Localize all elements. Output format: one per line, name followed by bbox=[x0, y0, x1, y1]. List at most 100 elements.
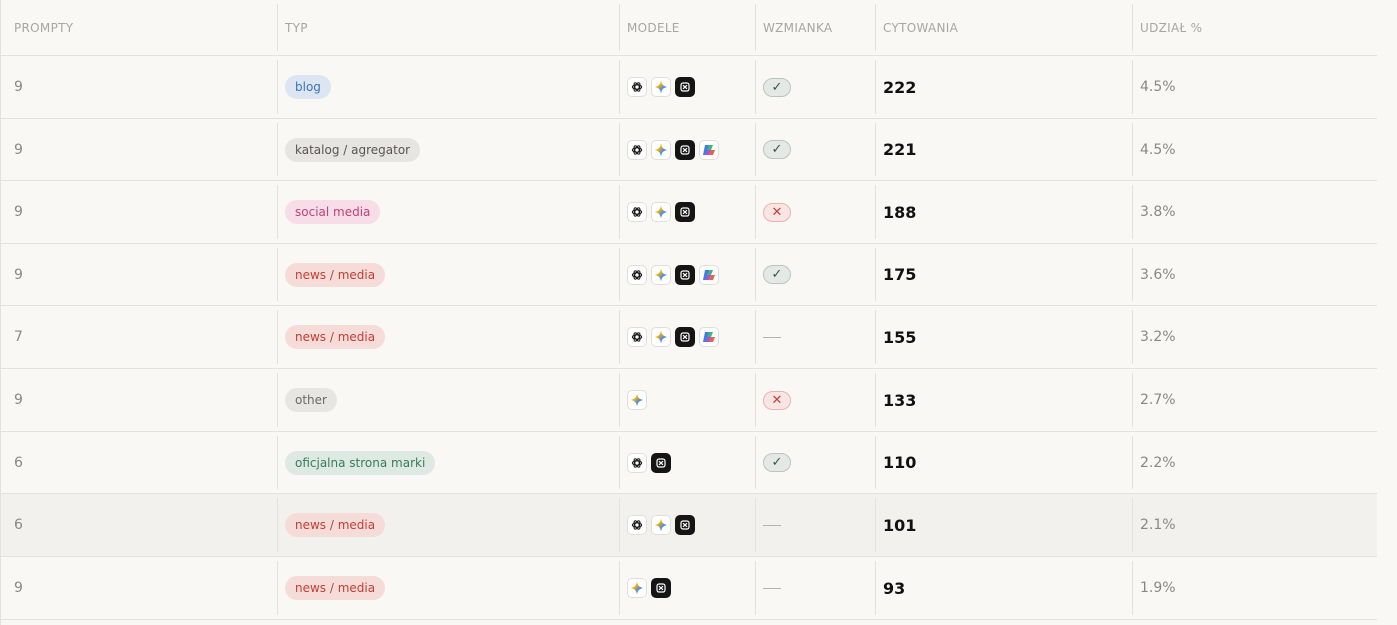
table-row[interactable]: 9 social media ✕ 188 3.8% bbox=[1, 181, 1377, 244]
mention-empty-dash bbox=[763, 336, 781, 338]
cytowania-value: 110 bbox=[883, 453, 917, 472]
table-row[interactable]: 9 other ✕ 133 2.7% bbox=[1, 369, 1377, 432]
type-tag[interactable]: news / media bbox=[285, 513, 386, 537]
cell-wzmianka: ✓ bbox=[755, 244, 875, 305]
check-icon: ✓ bbox=[771, 142, 783, 157]
chatgpt-icon bbox=[627, 452, 647, 473]
grok-icon bbox=[651, 578, 671, 598]
cell-prompty: 9 bbox=[1, 181, 277, 243]
chatgpt-icon bbox=[627, 77, 647, 97]
cell-udzial: 1.9% bbox=[1132, 557, 1377, 619]
prompty-value: 9 bbox=[14, 580, 23, 596]
type-tag[interactable]: oficjalna strona marki bbox=[285, 450, 436, 475]
gemini-icon bbox=[651, 327, 671, 347]
table-row[interactable]: 9 katalog / agregator ✓ 221 4.5% bbox=[1, 119, 1377, 181]
gemini-icon bbox=[627, 578, 647, 598]
cell-typ: social media bbox=[277, 181, 619, 243]
cell-cytowania: 221 bbox=[875, 119, 1132, 180]
grok-icon bbox=[675, 264, 695, 285]
cell-typ: other bbox=[277, 369, 619, 431]
udzial-value: 4.5% bbox=[1140, 79, 1176, 95]
cell-udzial: 3.8% bbox=[1132, 181, 1377, 243]
cell-cytowania: 155 bbox=[875, 306, 1132, 368]
header-typ[interactable]: TYP bbox=[277, 0, 619, 55]
table-header: PROMPTY TYP MODELE WZMIANKA CYTOWANIA UD… bbox=[1, 0, 1377, 56]
table-row[interactable]: 9 news / media ✓ 175 3.6% bbox=[1, 244, 1377, 306]
prompty-value: 9 bbox=[14, 79, 23, 95]
cytowania-value: 93 bbox=[883, 578, 906, 598]
cell-udzial: 4.5% bbox=[1132, 56, 1377, 118]
type-tag[interactable]: katalog / agregator bbox=[285, 137, 421, 162]
model-icons bbox=[627, 327, 719, 347]
type-tag[interactable]: news / media bbox=[285, 576, 386, 600]
cell-modele bbox=[619, 306, 755, 368]
cell-prompty: 6 bbox=[1, 432, 277, 493]
mention-empty-dash bbox=[763, 587, 781, 589]
udzial-value: 4.5% bbox=[1140, 141, 1176, 158]
grok-icon bbox=[675, 327, 695, 347]
chatgpt-icon bbox=[627, 139, 647, 160]
cell-cytowania: 222 bbox=[875, 56, 1132, 118]
prompty-value: 6 bbox=[14, 454, 23, 471]
copilot-icon bbox=[699, 264, 719, 285]
cell-modele bbox=[619, 56, 755, 118]
cell-modele bbox=[619, 432, 755, 493]
type-tag[interactable]: news / media bbox=[285, 262, 386, 287]
model-icons bbox=[627, 77, 695, 97]
cell-typ: blog bbox=[277, 56, 619, 118]
table-row[interactable]: 6 news / media 101 2.1% bbox=[1, 494, 1377, 557]
cell-udzial: 3.6% bbox=[1132, 244, 1377, 305]
header-cytowania[interactable]: CYTOWANIA bbox=[875, 0, 1132, 55]
prompty-value: 9 bbox=[14, 266, 23, 283]
cell-modele bbox=[619, 369, 755, 431]
header-udzial[interactable]: UDZIAŁ % bbox=[1132, 0, 1377, 55]
type-tag[interactable]: news / media bbox=[285, 325, 386, 349]
gemini-icon bbox=[651, 515, 671, 535]
cell-wzmianka: ✕ bbox=[755, 369, 875, 431]
type-tag[interactable]: blog bbox=[285, 75, 331, 99]
table-row[interactable]: 7 news / media 155 3.2% bbox=[1, 306, 1377, 369]
cell-modele bbox=[619, 557, 755, 619]
cell-typ: news / media bbox=[277, 557, 619, 619]
grok-icon bbox=[675, 139, 695, 160]
table-row[interactable]: 9 blog ✓ 222 4.5% bbox=[1, 56, 1377, 119]
cell-wzmianka bbox=[755, 494, 875, 556]
udzial-value: 1.9% bbox=[1140, 580, 1176, 596]
table-row[interactable]: 6 oficjalna strona marki ✓ 110 2.2% bbox=[1, 432, 1377, 494]
mention-no-badge: ✕ bbox=[763, 390, 791, 410]
mention-yes-badge: ✓ bbox=[763, 77, 791, 97]
mention-yes-badge: ✓ bbox=[763, 453, 791, 472]
cross-icon: ✕ bbox=[771, 204, 783, 220]
model-icons bbox=[627, 139, 719, 160]
header-prompty[interactable]: PROMPTY bbox=[1, 0, 277, 55]
cell-cytowania: 133 bbox=[875, 369, 1132, 431]
cell-udzial: 3.2% bbox=[1132, 306, 1377, 368]
copilot-icon bbox=[699, 327, 719, 347]
cell-cytowania: 175 bbox=[875, 244, 1132, 305]
chatgpt-icon bbox=[627, 515, 647, 535]
cytowania-value: 188 bbox=[883, 202, 917, 222]
gemini-icon bbox=[651, 139, 671, 160]
cell-udzial: 4.5% bbox=[1132, 119, 1377, 180]
cytowania-value: 221 bbox=[883, 140, 917, 159]
cytowania-value: 155 bbox=[883, 327, 917, 347]
citations-table: PROMPTY TYP MODELE WZMIANKA CYTOWANIA UD… bbox=[0, 0, 1377, 625]
cell-modele bbox=[619, 494, 755, 556]
cell-modele bbox=[619, 244, 755, 305]
cell-cytowania: 110 bbox=[875, 432, 1132, 493]
type-tag[interactable]: social media bbox=[285, 200, 381, 224]
header-modele[interactable]: MODELE bbox=[619, 0, 755, 55]
cell-prompty: 9 bbox=[1, 369, 277, 431]
gemini-icon bbox=[627, 390, 647, 410]
cell-udzial: 2.7% bbox=[1132, 369, 1377, 431]
table-row[interactable]: 9 news / media 93 1.9% bbox=[1, 557, 1377, 620]
grok-icon bbox=[651, 452, 671, 473]
cell-udzial: 2.2% bbox=[1132, 432, 1377, 493]
header-wzmianka[interactable]: WZMIANKA bbox=[755, 0, 875, 55]
chatgpt-icon bbox=[627, 327, 647, 347]
copilot-icon bbox=[699, 139, 719, 160]
type-tag[interactable]: other bbox=[285, 388, 337, 412]
mention-no-badge: ✕ bbox=[763, 202, 791, 222]
mention-empty-dash bbox=[763, 524, 781, 526]
check-icon: ✓ bbox=[771, 455, 783, 470]
